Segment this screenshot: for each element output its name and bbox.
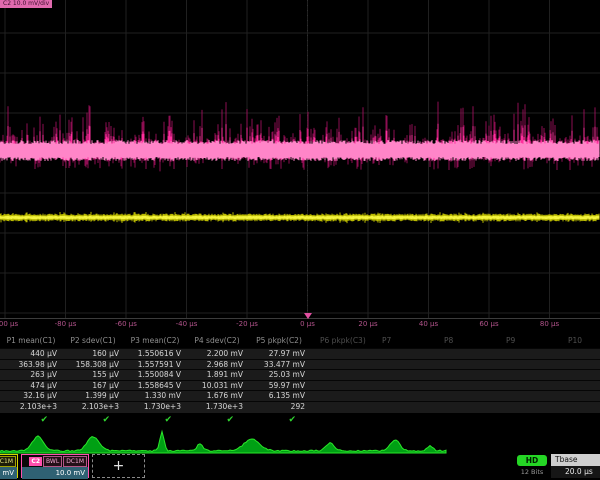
table-row: ✔✔✔✔✔ [0,413,600,427]
c2-coupling-chip: DC1M [63,456,87,467]
time-axis-label: -60 µs [115,320,137,328]
time-axis-line [0,318,600,319]
table-row: 2.103e+32.103e+31.730e+31.730e+3292 [0,401,600,413]
status-check-icon: ✔ [186,413,248,427]
param-header[interactable]: P2 sdev(C1) [62,334,124,348]
time-axis-label: 20 µs [358,320,377,328]
param-header-unused[interactable]: P8 [434,334,496,348]
param-header[interactable]: P5 pkpk(C2) [248,334,310,348]
bottom-toolbar: DC1M 0 mV C2 BWL DC1M 10.0 mV + HD 12 Bi… [0,453,600,480]
time-axis-label: -100 µs [0,320,18,328]
param-header-unused[interactable]: P7 [372,334,434,348]
channel1-descriptor-box[interactable]: DC1M 0 mV [0,454,18,478]
c1-vdiv-value: 0 mV [0,467,17,479]
time-axis-label: 40 µs [419,320,438,328]
add-trace-button[interactable]: + [92,454,145,478]
status-check-icon: ✔ [124,413,186,427]
measurement-value: 292 [248,402,310,413]
c2-vdiv-value: 10.0 mV [22,467,88,479]
hd-mode-badge[interactable]: HD [517,455,547,466]
measurement-value: 1.730e+3 [124,402,186,413]
c1-coupling-chip: DC1M [0,456,16,467]
hd-bits-label: 12 Bits [517,468,547,476]
param-header-unused[interactable]: P9 [496,334,558,348]
c2-bwl-chip: BWL [43,456,62,467]
c2-channel-chip: C2 [29,457,42,466]
param-header[interactable]: P3 mean(C2) [124,334,186,348]
timebase-box[interactable]: Tbase 20.0 µs [551,454,600,478]
table-row: P1 mean(C1)P2 sdev(C1)P3 mean(C2)P4 sdev… [0,334,600,348]
trigger-position-marker[interactable] [304,313,312,319]
time-axis-label: -40 µs [176,320,198,328]
channel1-flat-trace [0,212,599,223]
timebase-value: 20.0 µs [551,466,600,478]
time-axis-label: 80 µs [540,320,559,328]
histogram-trace [0,432,446,454]
status-check-icon: ✔ [248,413,310,427]
param-header-unused[interactable]: P6 pkpk(C3) [310,334,372,348]
measurement-value: 1.730e+3 [186,402,248,413]
status-check-icon: ✔ [0,413,62,427]
oscilloscope-screen: C2 10.0 mV/div -100 µs -80 µs -60 µs -40 µs… [0,0,600,480]
trace-annotation-badge: C2 10.0 mV/div [0,0,52,8]
time-axis-label: 60 µs [479,320,498,328]
timebase-title: Tbase [551,454,600,466]
channel2-descriptor-box[interactable]: C2 BWL DC1M 10.0 mV [21,454,89,478]
param-header-unused[interactable]: P10 [558,334,600,348]
measurement-value: 2.103e+3 [62,402,124,413]
param-header[interactable]: P4 sdev(C2) [186,334,248,348]
time-axis-label: -20 µs [236,320,258,328]
time-axis: -100 µs -80 µs -60 µs -40 µs -20 µs 0 µs 20 µs… [0,320,600,332]
measurement-value: 2.103e+3 [0,402,62,413]
time-axis-label: -80 µs [55,320,77,328]
status-check-icon: ✔ [62,413,124,427]
channel2-noise-trace [0,102,599,172]
time-axis-label: 0 µs [300,320,315,328]
measurement-table: P1 mean(C1)P2 sdev(C1)P3 mean(C2)P4 sdev… [0,334,600,428]
param-header[interactable]: P1 mean(C1) [0,334,62,348]
